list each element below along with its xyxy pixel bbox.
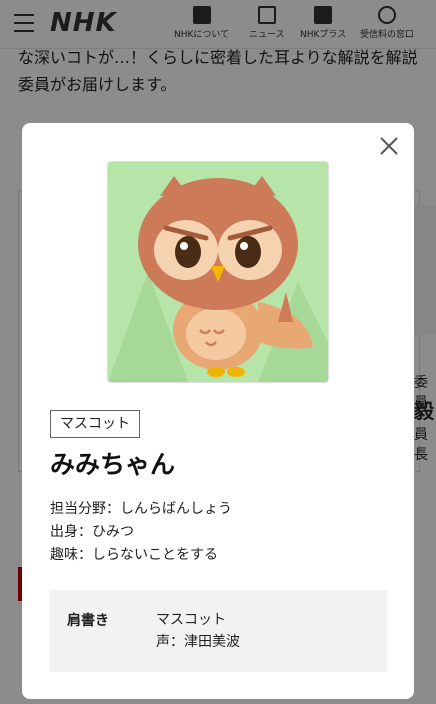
mascot-profile-modal: マスコット みみちゃん 担当分野：しんらばんしょう 出身：ひみつ 趣味：しらない… (22, 123, 414, 699)
detail-hobby: 趣味：しらないことをする (50, 547, 218, 563)
mascot-details: 担当分野：しんらばんしょう 出身：ひみつ 趣味：しらないことをする (50, 498, 232, 567)
detail-field: 担当分野：しんらばんしょう (50, 501, 232, 517)
category-tag: マスコット (50, 410, 140, 438)
profile-box: 肩書き マスコット 声：津田美波 (50, 590, 387, 672)
detail-origin: 出身：ひみつ (50, 524, 134, 540)
close-icon[interactable] (378, 135, 400, 157)
mascot-portrait (107, 161, 329, 383)
title-label: 肩書き (67, 613, 109, 629)
title-values: マスコット 声：津田美波 (156, 609, 240, 653)
voice-actor: 声：津田美波 (156, 634, 240, 650)
mascot-name: みみちゃん (50, 450, 176, 479)
title-value: マスコット (156, 612, 226, 628)
